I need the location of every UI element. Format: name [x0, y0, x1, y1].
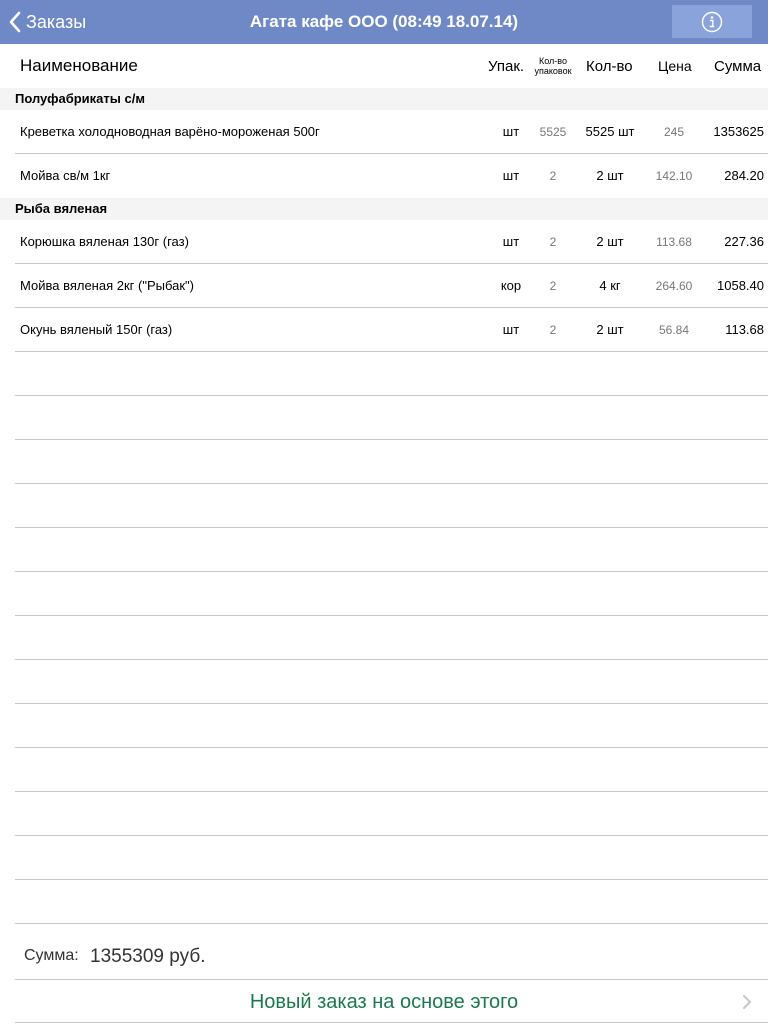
header-pack: Упак.: [488, 57, 525, 75]
section-title: Полуфабрикаты с/м: [15, 91, 145, 106]
item-sum: 1058.40: [717, 278, 764, 293]
table-header: Наименование Упак. Кол-во упаковок Кол-в…: [0, 44, 768, 88]
footer-divider: [15, 1022, 768, 1023]
row-divider: [15, 835, 768, 836]
item-name: Креветка холодноводная варёно-мороженая …: [20, 124, 320, 139]
row-divider: [15, 923, 768, 924]
header-quantity: Кол-во: [586, 57, 633, 75]
info-icon: [701, 11, 723, 33]
back-button-label: Заказы: [26, 11, 87, 32]
total-value: 1355309 руб.: [90, 946, 206, 967]
row-divider: [15, 791, 768, 792]
item-sum: 227.36: [724, 234, 764, 249]
row-divider: [15, 395, 768, 396]
table-row[interactable]: Корюшка вяленая 130г (газ) шт 2 2 шт 113…: [0, 220, 768, 264]
item-pack: шт: [502, 234, 520, 249]
item-pack: шт: [502, 322, 520, 337]
item-pack: кор: [500, 278, 522, 293]
row-divider: [15, 703, 768, 704]
navigation-bar: Заказы Агата кафе ООО (08:49 18.07.14): [0, 0, 768, 44]
row-divider: [15, 615, 768, 616]
item-name: Мойва св/м 1кг: [20, 168, 111, 183]
new-order-from-this-button[interactable]: Новый заказ на основе этого: [0, 980, 768, 1024]
item-quantity: 5525 шт: [585, 124, 635, 139]
section-title: Рыба вяленая: [15, 201, 108, 216]
item-quantity: 2 шт: [596, 322, 624, 337]
item-price: 245: [663, 125, 685, 139]
row-divider: [15, 879, 768, 880]
new-order-label: Новый заказ на основе этого: [249, 991, 519, 1013]
row-divider: [15, 571, 768, 572]
item-quantity: 4 кг: [599, 278, 621, 293]
header-name: Наименование: [20, 56, 138, 75]
table-row[interactable]: Креветка холодноводная варёно-мороженая …: [0, 110, 768, 154]
item-name: Окунь вяленый 150г (газ): [20, 322, 173, 337]
item-quantity: 2 шт: [596, 234, 624, 249]
table-row[interactable]: Мойва вяленая 2кг ("Рыбак") кор 2 4 кг 2…: [0, 264, 768, 308]
item-price: 142.10: [655, 169, 693, 183]
row-divider: [15, 527, 768, 528]
header-price: Цена: [658, 58, 692, 74]
total-label: Сумма:: [24, 947, 79, 964]
info-button[interactable]: [672, 5, 752, 38]
back-button[interactable]: Заказы: [8, 0, 86, 44]
item-sum: 113.68: [725, 322, 764, 337]
chevron-right-icon: [742, 994, 752, 1015]
item-package-count: 2: [549, 279, 557, 293]
page-title: Агата кафе ООО (08:49 18.07.14): [249, 12, 519, 31]
item-package-count: 2: [549, 169, 557, 183]
item-price: 56.84: [658, 323, 690, 337]
item-pack: шт: [502, 168, 520, 183]
item-name: Корюшка вяленая 130г (газ): [20, 234, 189, 249]
row-divider: [15, 439, 768, 440]
row-divider: [15, 351, 768, 352]
row-divider: [15, 659, 768, 660]
item-sum: 284.20: [724, 168, 764, 183]
item-name: Мойва вяленая 2кг ("Рыбак"): [20, 278, 194, 293]
item-sum: 1353625: [713, 124, 764, 139]
chevron-left-icon: [8, 0, 26, 44]
section-header: Полуфабрикаты с/м: [0, 88, 768, 110]
row-divider: [15, 483, 768, 484]
section-header: Рыба вяленая: [0, 198, 768, 220]
item-pack: шт: [502, 124, 520, 139]
item-quantity: 2 шт: [596, 168, 624, 183]
table-row[interactable]: Мойва св/м 1кг шт 2 2 шт 142.10 284.20: [0, 154, 768, 198]
item-package-count: 5525: [539, 125, 567, 139]
table-row[interactable]: Окунь вяленый 150г (газ) шт 2 2 шт 56.84…: [0, 308, 768, 352]
item-price: 113.68: [656, 235, 692, 249]
header-sum: Сумма: [714, 57, 762, 75]
item-package-count: 2: [549, 235, 557, 249]
item-package-count: 2: [549, 323, 557, 337]
header-package-count: Кол-во упаковок: [534, 56, 572, 76]
item-price: 264.60: [655, 279, 693, 293]
row-divider: [15, 747, 768, 748]
